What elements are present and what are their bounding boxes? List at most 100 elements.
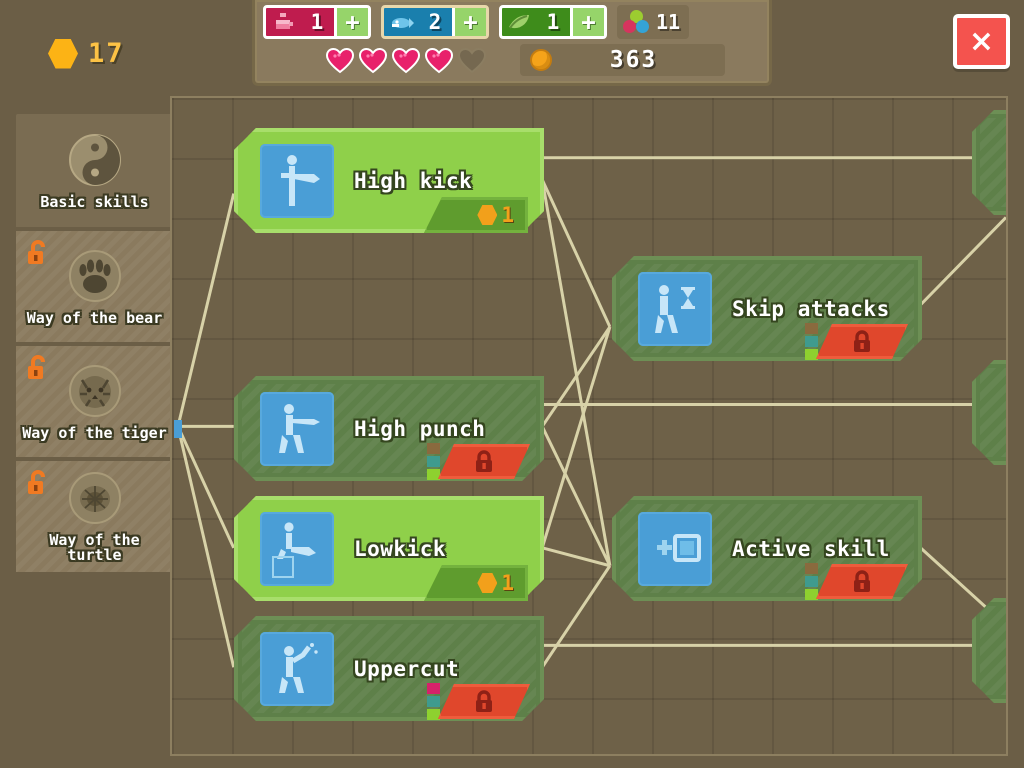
padlock-icon xyxy=(473,450,495,474)
requirement-slot xyxy=(805,349,818,360)
skill-category-sidebar: Basic skills Way of the bear Way of the … xyxy=(14,112,175,574)
hexagon-gem-icon xyxy=(477,205,498,225)
resource-potion-add-button[interactable]: + xyxy=(334,8,368,36)
herb-icon xyxy=(502,8,536,36)
fish-icon xyxy=(384,8,418,36)
requirement-slot xyxy=(427,696,440,707)
requirement-slot xyxy=(427,456,440,467)
resource-fish-add-button[interactable]: + xyxy=(452,8,486,36)
resource-potion-value: 1 xyxy=(310,10,324,34)
skill-node-partial-bottom[interactable] xyxy=(972,598,1008,703)
coin-counter-value: 363 xyxy=(609,47,658,73)
requirement-slot xyxy=(805,589,818,600)
resource-fish[interactable]: 2 + xyxy=(381,5,489,39)
skill-label: Skip attacks xyxy=(732,296,890,321)
skill-requirement-indicators xyxy=(427,683,440,720)
gold-coin-icon xyxy=(530,49,552,71)
resource-herb-add-button[interactable]: + xyxy=(570,8,604,36)
skill-requirement-indicators xyxy=(427,443,440,480)
skill-label: Active skill xyxy=(732,536,890,561)
tree-origin-marker xyxy=(174,420,182,438)
requirement-slot xyxy=(427,709,440,720)
skill-requirement-indicators xyxy=(805,563,818,600)
sidebar-item-label: Way of the bear xyxy=(26,309,163,328)
skill-label: Uppercut xyxy=(354,656,460,681)
health-hearts xyxy=(325,46,487,74)
resource-bar: 1 + 2 + 1 + 11 xyxy=(263,5,690,39)
sidebar-item-way-of-the-turtle[interactable]: Way of the turtle xyxy=(14,459,175,574)
skill-cost-badge: 1 xyxy=(424,197,528,233)
heart-icon xyxy=(391,46,421,74)
hexagon-gem-icon xyxy=(477,573,498,593)
coin-counter: 363 xyxy=(520,44,725,76)
tiger-face-icon xyxy=(67,363,123,419)
hud-panel: 1 + 2 + 1 + 11 363 xyxy=(252,0,772,86)
skill-node-lowkick[interactable]: Lowkick 1 xyxy=(234,496,544,601)
sidebar-item-basic-skills[interactable]: Basic skills xyxy=(14,112,175,229)
resource-potion[interactable]: 1 + xyxy=(263,5,371,39)
close-icon: × xyxy=(968,23,995,59)
requirement-slot xyxy=(427,469,440,480)
orb-cluster-icon xyxy=(623,10,649,34)
skill-node-high-punch[interactable]: High punch xyxy=(234,376,544,481)
heart-icon-empty xyxy=(457,46,487,74)
skill-label: Lowkick xyxy=(354,536,447,561)
padlock-icon xyxy=(24,239,52,267)
sidebar-item-label: Basic skills xyxy=(40,193,149,212)
requirement-slot xyxy=(805,576,818,587)
requirement-slot xyxy=(427,683,440,694)
heart-icon xyxy=(358,46,388,74)
turtle-icon xyxy=(67,471,123,526)
lowkick-icon xyxy=(260,511,334,586)
requirement-slot xyxy=(805,323,818,334)
skill-cost-value: 1 xyxy=(501,203,514,227)
sidebar-item-way-of-the-bear[interactable]: Way of the bear xyxy=(14,229,175,344)
yin-yang-icon xyxy=(67,132,123,188)
resource-herb[interactable]: 1 + xyxy=(499,5,607,39)
heart-icon xyxy=(325,46,355,74)
sidebar-item-way-of-the-tiger[interactable]: Way of the tiger xyxy=(14,344,175,459)
skill-label: High kick xyxy=(354,168,473,193)
potion-icon xyxy=(266,8,300,36)
gem-counter-value: 17 xyxy=(88,38,125,69)
skill-cost-badge: 1 xyxy=(424,565,528,601)
skill-tree-panel: High kick 1 High punch Lowkick 1 Uppercu… xyxy=(170,96,1008,756)
requirement-slot xyxy=(427,443,440,454)
heart-icon xyxy=(424,46,454,74)
requirement-slot xyxy=(805,336,818,347)
skill-node-active-skill[interactable]: Active skill xyxy=(612,496,922,601)
skill-node-uppercut[interactable]: Uppercut xyxy=(234,616,544,721)
bear-paw-icon xyxy=(67,248,123,304)
sidebar-item-label: Way of the tiger xyxy=(22,424,167,443)
requirement-slot xyxy=(805,563,818,574)
plus-square-icon xyxy=(638,511,712,586)
skill-label: High punch xyxy=(354,416,486,441)
skill-node-partial-top[interactable] xyxy=(972,110,1008,215)
skill-requirement-indicators xyxy=(805,323,818,360)
gems-counter[interactable]: 11 xyxy=(617,5,690,39)
high-punch-icon xyxy=(260,391,334,466)
skill-locked-badge xyxy=(816,564,908,599)
hourglass-walk-icon xyxy=(638,271,712,346)
close-button[interactable]: × xyxy=(953,14,1010,69)
resource-herb-value: 1 xyxy=(546,10,560,34)
gems-counter-value: 11 xyxy=(656,10,681,34)
hexagon-gem-icon xyxy=(48,38,78,69)
skill-node-partial-middle[interactable] xyxy=(972,360,1008,465)
padlock-icon xyxy=(24,469,52,497)
padlock-icon xyxy=(473,690,495,714)
uppercut-icon xyxy=(260,631,334,706)
skill-tree-screen: 17 1 + 2 + 1 + 11 363 × Basic skills Way… xyxy=(0,0,1024,768)
skill-cost-value: 1 xyxy=(501,571,514,595)
skill-locked-badge xyxy=(816,324,908,359)
padlock-icon xyxy=(24,354,52,382)
skill-locked-badge xyxy=(438,684,530,719)
skill-node-high-kick[interactable]: High kick 1 xyxy=(234,128,544,233)
high-kick-icon xyxy=(260,143,334,218)
skill-locked-badge xyxy=(438,444,530,479)
skill-node-skip-attacks[interactable]: Skip attacks xyxy=(612,256,922,361)
resource-fish-value: 2 xyxy=(428,10,442,34)
padlock-icon xyxy=(851,330,873,354)
padlock-icon xyxy=(851,570,873,594)
sidebar-item-label: Way of the turtle xyxy=(49,530,140,565)
